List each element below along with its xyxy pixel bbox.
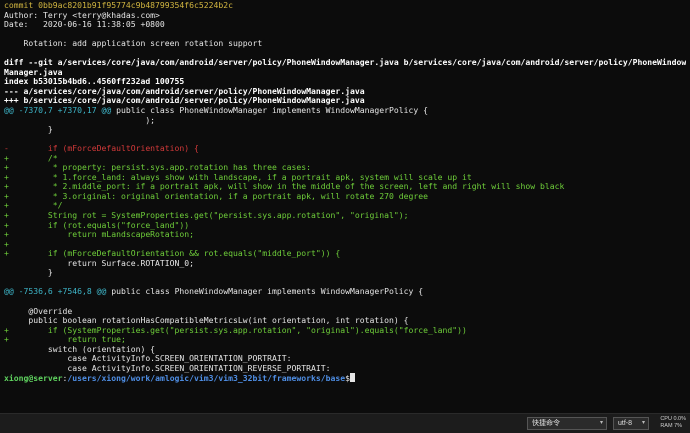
diff-removed-line: - if (mForceDefaultOrientation) { xyxy=(4,144,199,154)
terminal-line: commit 0bb9ac8201b91f95774c9b48799354f6c… xyxy=(4,1,686,11)
terminal-line: + */ xyxy=(4,201,686,211)
diff-added-line: + * 3.original: original orientation, if… xyxy=(4,191,428,201)
prompt-path: /users/xiong/work/amlogic/vim3/vim3_32bi… xyxy=(67,373,346,383)
terminal-text: return Surface.ROTATION_0; xyxy=(4,258,195,268)
terminal-line: + return true; xyxy=(4,335,686,345)
terminal-text: Date: 2020-06-16 11:38:05 +0800 xyxy=(4,20,165,30)
diff-hunk-header: @@ -7536,6 +7546,8 @@ xyxy=(4,287,107,297)
terminal-line: Rotation: add application screen rotatio… xyxy=(4,39,686,49)
encoding-label: utf-8 xyxy=(618,420,633,427)
terminal-line: + String rot = SystemProperties.get("per… xyxy=(4,211,686,221)
terminal-line: + * 3.original: original orientation, if… xyxy=(4,192,686,202)
terminal-line: Date: 2020-06-16 11:38:05 +0800 xyxy=(4,20,686,30)
terminal-output[interactable]: commit 0bb9ac8201b91f95774c9b48799354f6c… xyxy=(0,0,690,413)
diff-added-line: + */ xyxy=(4,201,63,211)
terminal-line: public boolean rotationHasCompatibleMetr… xyxy=(4,316,686,326)
terminal-text: switch (orientation) { xyxy=(4,344,156,354)
terminal-text: Author: Terry <terry@khadas.com> xyxy=(4,10,160,20)
diff-hunk-header: @@ -7370,7 +7370,17 @@ xyxy=(4,106,112,116)
terminal-text: @Override xyxy=(4,306,73,316)
terminal-line: case ActivityInfo.SCREEN_ORIENTATION_REV… xyxy=(4,364,686,374)
status-bar: 快捷命令 ▾ utf-8 ▾ CPU 0.0% RAM 7% xyxy=(0,413,690,433)
encoding-dropdown[interactable]: utf-8 ▾ xyxy=(613,417,649,430)
terminal-line: ); xyxy=(4,116,686,126)
terminal-line: + return mLandscapeRotation; xyxy=(4,230,686,240)
terminal-line: @Override xyxy=(4,307,686,317)
terminal-text: public boolean rotationHasCompatibleMetr… xyxy=(4,316,409,326)
diff-added-line: + * property: persist.sys.app.rotation h… xyxy=(4,163,311,173)
terminal-line: + * property: persist.sys.app.rotation h… xyxy=(4,163,686,173)
diff-hunk-context: public class PhoneWindowManager implemen… xyxy=(111,106,428,116)
diff-added-line: + if (rot.equals("force_land")) xyxy=(4,220,190,230)
diff-added-line: + return mLandscapeRotation; xyxy=(4,230,195,240)
terminal-text: index b53015b4bd6..4560ff232ad 100755 xyxy=(4,77,185,87)
terminal-line: --- a/services/core/java/com/android/ser… xyxy=(4,87,686,97)
diff-added-line: + if (mForceDefaultOrientation && rot.eq… xyxy=(4,249,341,259)
diff-added-line: + xyxy=(4,239,9,249)
terminal-line: @@ -7370,7 +7370,17 @@ public class Phon… xyxy=(4,106,686,116)
terminal-line: } xyxy=(4,125,686,135)
commit-hash-line: commit 0bb9ac8201b91f95774c9b48799354f6c… xyxy=(4,1,234,10)
terminal-line: +++ b/services/core/java/com/android/ser… xyxy=(4,96,686,106)
diff-added-line: + * 2.middle_port: if a portrait apk, wi… xyxy=(4,182,565,192)
ram-usage: RAM 7% xyxy=(660,423,683,429)
diff-added-line: + * 1.force_land: always show with lands… xyxy=(4,172,472,182)
cpu-usage: CPU 0.0% xyxy=(660,416,686,422)
terminal-line: + * 1.force_land: always show with lands… xyxy=(4,173,686,183)
terminal-text: Manager.java xyxy=(4,67,63,77)
terminal-line: + if (mForceDefaultOrientation && rot.eq… xyxy=(4,249,686,259)
prompt-user: xiong@server xyxy=(4,373,63,383)
diff-hunk-context: public class PhoneWindowManager implemen… xyxy=(106,287,424,297)
terminal-line: Author: Terry <terry@khadas.com> xyxy=(4,11,686,21)
resource-stats: CPU 0.0% RAM 7% xyxy=(660,416,686,430)
terminal-text: Rotation: add application screen rotatio… xyxy=(4,39,263,49)
terminal-line: + if (SystemProperties.get("persist.sys.… xyxy=(4,326,686,336)
chevron-down-icon: ▾ xyxy=(641,420,645,426)
terminal-line: diff --git a/services/core/java/com/andr… xyxy=(4,58,686,68)
terminal-line: + if (rot.equals("force_land")) xyxy=(4,221,686,231)
terminal-line: - if (mForceDefaultOrientation) { xyxy=(4,144,686,154)
terminal-text: diff --git a/services/core/java/com/andr… xyxy=(4,58,686,68)
terminal-line: case ActivityInfo.SCREEN_ORIENTATION_POR… xyxy=(4,354,686,364)
shortcut-command-label: 快捷命令 xyxy=(532,420,560,427)
text-cursor xyxy=(350,373,355,383)
diff-added-line: + return true; xyxy=(4,335,126,345)
terminal-line: } xyxy=(4,268,686,278)
diff-added-line: + /* xyxy=(4,153,58,163)
terminal-text: } xyxy=(4,125,53,135)
terminal-line: index b53015b4bd6..4560ff232ad 100755 xyxy=(4,77,686,87)
terminal-text: +++ b/services/core/java/com/android/ser… xyxy=(4,96,365,106)
terminal-text: --- a/services/core/java/com/android/ser… xyxy=(4,86,365,96)
terminal-text: } xyxy=(4,268,53,278)
shell-prompt[interactable]: xiong@server:/users/xiong/work/amlogic/v… xyxy=(4,373,686,383)
terminal-line: + * 2.middle_port: if a portrait apk, wi… xyxy=(4,182,686,192)
terminal-line: switch (orientation) { xyxy=(4,345,686,355)
terminal-text: ); xyxy=(4,115,156,125)
chevron-down-icon: ▾ xyxy=(599,420,603,426)
diff-added-line: + if (SystemProperties.get("persist.sys.… xyxy=(4,325,467,335)
terminal-text: case ActivityInfo.SCREEN_ORIENTATION_POR… xyxy=(4,354,292,364)
terminal-line: + xyxy=(4,240,686,250)
terminal-line: Manager.java xyxy=(4,68,686,78)
terminal-line: @@ -7536,6 +7546,8 @@ public class Phone… xyxy=(4,287,686,297)
diff-added-line: + String rot = SystemProperties.get("per… xyxy=(4,211,409,221)
terminal-line: return Surface.ROTATION_0; xyxy=(4,259,686,269)
terminal-line: + /* xyxy=(4,154,686,164)
terminal-text: case ActivityInfo.SCREEN_ORIENTATION_REV… xyxy=(4,363,331,373)
shortcut-command-dropdown[interactable]: 快捷命令 ▾ xyxy=(527,417,607,430)
